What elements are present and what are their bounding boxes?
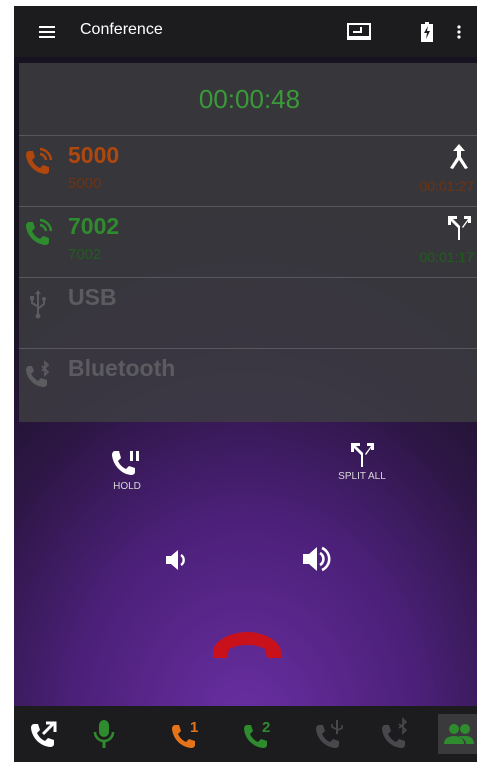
more-options-button[interactable]: [451, 6, 467, 57]
call-duration: 00:01:27: [419, 178, 475, 194]
phone-in-talk-icon: [26, 147, 53, 174]
screen-button[interactable]: [344, 6, 374, 57]
call-number: 5000: [68, 175, 102, 192]
call-row-5000[interactable]: 5000 5000 00:01:27: [19, 135, 477, 207]
split-icon[interactable]: [446, 213, 472, 241]
call-duration: 00:01:17: [419, 249, 475, 265]
volume-up-icon[interactable]: [300, 542, 334, 576]
call-list-panel: 00:00:48 5000 5000 00:01:27 7002 7002 00…: [19, 63, 477, 422]
bluetooth-call-icon: [26, 360, 50, 387]
split-icon: [351, 443, 374, 467]
transfer-call-button[interactable]: [24, 714, 64, 754]
call-name: USB: [68, 284, 117, 310]
usb-call-icon: [316, 720, 343, 748]
usb-icon: [30, 290, 46, 319]
hold-button[interactable]: HOLD: [102, 448, 152, 492]
split-all-label: SPLIT ALL: [338, 471, 386, 482]
volume-down-icon[interactable]: [161, 546, 189, 574]
conference-icon: [444, 724, 474, 744]
call-timer: 00:00:48: [198, 83, 301, 114]
line-2-button[interactable]: 2: [238, 714, 278, 754]
usb-line-button[interactable]: [310, 714, 350, 754]
transfer-call-icon: [31, 721, 57, 747]
battery-icon: [421, 21, 433, 42]
call-row-7002[interactable]: 7002 7002 00:01:17: [19, 206, 477, 278]
bluetooth-line-button[interactable]: [376, 714, 416, 754]
microphone-icon: [93, 720, 115, 748]
hangup-button[interactable]: [209, 624, 285, 664]
phone-paused-icon: [112, 451, 139, 475]
screen-icon: [347, 22, 371, 40]
app-window: Conference 00:00:48 5000 5000 00:01:27 7…: [14, 6, 477, 762]
call-name: 5000: [68, 142, 120, 168]
merge-icon[interactable]: [446, 142, 472, 170]
call-name: 7002: [68, 213, 120, 239]
call-row-usb[interactable]: USB: [19, 277, 477, 349]
bluetooth-call-icon: [382, 717, 408, 748]
line-1-label: 1: [190, 719, 198, 736]
page-title: Conference: [80, 21, 163, 38]
menu-icon: [39, 25, 55, 38]
microphone-button[interactable]: [84, 714, 124, 754]
split-all-button[interactable]: SPLIT ALL: [332, 440, 392, 482]
bottom-toolbar: 1 2: [14, 706, 477, 762]
hold-label: HOLD: [113, 481, 141, 492]
line-1-button[interactable]: 1: [166, 714, 206, 754]
line-2-label: 2: [262, 719, 270, 736]
conference-button[interactable]: [438, 714, 477, 754]
call-name: Bluetooth: [68, 355, 176, 381]
more-vert-icon: [457, 24, 461, 39]
top-app-bar: Conference: [14, 6, 477, 57]
line-2-call-icon: 2: [244, 719, 270, 748]
phone-in-talk-icon: [26, 218, 53, 245]
menu-button[interactable]: [34, 6, 60, 57]
battery-button[interactable]: [417, 6, 437, 57]
line-1-call-icon: 1: [172, 719, 198, 748]
call-number: 7002: [68, 246, 102, 263]
call-row-bluetooth[interactable]: Bluetooth: [19, 348, 477, 420]
